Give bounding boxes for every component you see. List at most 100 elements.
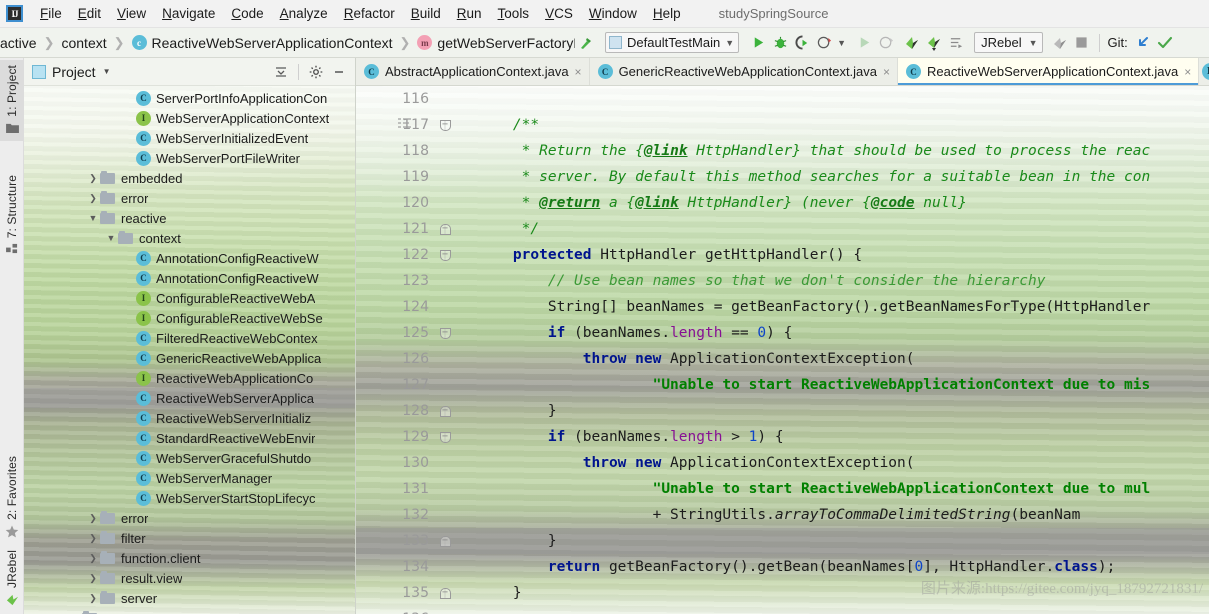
tree-folder-row[interactable]: ❯ error — [24, 508, 355, 528]
code-line[interactable]: 119 * server. By default this method sea… — [356, 164, 1209, 190]
code-editor[interactable]: 116 117− /** 118 * Return the {@link HttpH… — [356, 86, 1209, 614]
fold-end-icon[interactable]: − — [439, 587, 451, 599]
code-line[interactable]: 121− */ — [356, 216, 1209, 242]
tree-folder-row[interactable]: ❯ filter — [24, 528, 355, 548]
code-line[interactable]: 135− } — [356, 580, 1209, 606]
tree-folder-row[interactable]: ❯ error — [24, 188, 355, 208]
fold-gutter[interactable]: − — [434, 249, 456, 261]
tree-folder-row[interactable]: ❯ server — [24, 588, 355, 608]
tree-folder-row[interactable]: ❯ function.client — [24, 548, 355, 568]
fold-gutter[interactable]: − — [434, 587, 456, 599]
sidebar-item-structure[interactable]: 7: Structure — [0, 170, 24, 262]
tree-folder-row[interactable]: ▼ context — [24, 228, 355, 248]
chevron-right-icon[interactable]: ❯ — [86, 193, 100, 204]
tree-class-row[interactable]: ·C AnnotationConfigReactiveW — [24, 268, 355, 288]
collapse-all-icon[interactable] — [271, 62, 291, 82]
tree-class-row[interactable]: ·I ReactiveWebApplicationCo — [24, 368, 355, 388]
code-line[interactable]: 118 * Return the {@link HttpHandler} tha… — [356, 138, 1209, 164]
git-commit-icon[interactable] — [1154, 32, 1176, 54]
sidebar-item-favorites[interactable]: 2: Favorites — [0, 451, 24, 546]
attach-process-button[interactable] — [875, 32, 897, 54]
code-line[interactable]: 133− } — [356, 528, 1209, 554]
menu-item-tools[interactable]: Tools — [490, 3, 538, 24]
menu-item-edit[interactable]: Edit — [70, 3, 109, 24]
tree-folder-row[interactable]: ❯ result.view — [24, 568, 355, 588]
code-line[interactable]: 117− /** — [356, 112, 1209, 138]
code-line[interactable]: 130 throw new ApplicationContextExceptio… — [356, 450, 1209, 476]
fold-gutter[interactable]: − — [434, 431, 456, 443]
close-icon[interactable]: × — [1184, 65, 1191, 79]
code-line[interactable]: 123 // Use bean names so that we don't c… — [356, 268, 1209, 294]
chevron-right-icon[interactable]: ❯ — [86, 173, 100, 184]
profile-button[interactable] — [813, 32, 835, 54]
code-line[interactable]: 136 — [356, 606, 1209, 614]
tree-class-row[interactable]: ·I WebServerApplicationContext — [24, 108, 355, 128]
fold-collapse-icon[interactable]: − — [439, 249, 451, 261]
chevron-down-icon[interactable]: ▼ — [86, 213, 100, 223]
git-update-project-icon[interactable] — [1132, 32, 1154, 54]
fold-collapse-icon[interactable]: − — [439, 431, 451, 443]
project-tree-scroll[interactable]: ·CServerPortInfoApplicationCon·IWebServe… — [24, 86, 355, 614]
code-line[interactable]: 132 + StringUtils.arrayToCommaDelimitedS… — [356, 502, 1209, 528]
breadcrumb-item[interactable]: m getWebServerFactoryBeanName — [417, 35, 575, 51]
fold-gutter[interactable]: − — [434, 535, 456, 547]
chevron-down-icon[interactable]: ▼ — [104, 233, 118, 243]
menu-item-run[interactable]: Run — [449, 3, 490, 24]
tree-class-row[interactable]: ·C ReactiveWebServerInitializ — [24, 408, 355, 428]
code-line[interactable]: 134 return getBeanFactory().getBean(bean… — [356, 554, 1209, 580]
fold-end-icon[interactable]: − — [439, 405, 451, 417]
tree-class-row[interactable]: ·C WebServerGracefulShutdo — [24, 448, 355, 468]
editor-tab[interactable]: C ReactiveWebServerApplicationContext.jav… — [898, 58, 1200, 85]
tree-class-row[interactable]: ·C GenericReactiveWebApplica — [24, 348, 355, 368]
breadcrumb[interactable]: active ❯ context ❯ c ReactiveWebServerApplica… — [0, 28, 575, 58]
tree-class-row[interactable]: ·C WebServerStartStopLifecyc — [24, 488, 355, 508]
tree-class-row[interactable]: ·C WebServerManager — [24, 468, 355, 488]
tree-class-row[interactable]: ·C FilteredReactiveWebContex — [24, 328, 355, 348]
editor-tab[interactable]: C AbstractApplicationContext.java × — [356, 58, 590, 85]
menu-item-build[interactable]: Build — [403, 3, 449, 24]
stop-button[interactable] — [1071, 32, 1093, 54]
fold-end-icon[interactable]: − — [439, 223, 451, 235]
fold-gutter[interactable]: − — [434, 327, 456, 339]
tree-folder-row[interactable]: ▼ reactive — [24, 208, 355, 228]
sidebar-item-jrebel[interactable]: JRebel — [0, 545, 24, 614]
menu-item-window[interactable]: Window — [581, 3, 645, 24]
code-lines[interactable]: 116 117− /** 118 * Return the {@link HttpH… — [356, 86, 1209, 614]
chevron-right-icon[interactable]: ❯ — [86, 513, 100, 524]
code-line[interactable]: 129− if (beanNames.length > 1) { — [356, 424, 1209, 450]
breadcrumb-item[interactable]: active — [0, 35, 37, 51]
menu-item-help[interactable]: Help — [645, 3, 689, 24]
jrebel-run-button[interactable] — [901, 32, 923, 54]
project-tree[interactable]: ·CServerPortInfoApplicationCon·IWebServe… — [24, 86, 355, 614]
fold-gutter[interactable]: − — [434, 119, 456, 131]
code-line[interactable]: 120 * @return a {@link HttpHandler} (nev… — [356, 190, 1209, 216]
code-line[interactable]: 124 String[] beanNames = getBeanFactory(… — [356, 294, 1209, 320]
more-tabs-icon[interactable]: E — [1199, 58, 1209, 85]
menu-item-file[interactable]: File — [32, 3, 70, 24]
menu-item-navigate[interactable]: Navigate — [154, 3, 223, 24]
menu-item-vcs[interactable]: VCS — [537, 3, 581, 24]
breadcrumb-item[interactable]: c ReactiveWebServerApplicationContext — [131, 35, 393, 51]
fold-collapse-icon[interactable]: − — [439, 119, 451, 131]
code-line[interactable]: 126 throw new ApplicationContextExceptio… — [356, 346, 1209, 372]
debug-button[interactable] — [769, 32, 791, 54]
fold-gutter[interactable]: − — [434, 405, 456, 417]
code-line[interactable]: 125− if (beanNames.length == 0) { — [356, 320, 1209, 346]
build-hammer-icon[interactable] — [575, 32, 597, 54]
chevron-right-icon[interactable]: ❯ — [86, 573, 100, 584]
close-icon[interactable]: × — [883, 65, 890, 79]
close-icon[interactable]: × — [575, 65, 582, 79]
fold-end-icon[interactable]: − — [439, 535, 451, 547]
tree-class-row[interactable]: ·C AnnotationConfigReactiveW — [24, 248, 355, 268]
fold-collapse-icon[interactable]: − — [439, 327, 451, 339]
profile-dropdown-button[interactable]: ▼ — [835, 32, 848, 54]
tree-folder-row[interactable]: ▼server — [24, 608, 355, 614]
chevron-down-icon[interactable]: ▼ — [103, 67, 111, 76]
chevron-right-icon[interactable]: ❯ — [86, 533, 100, 544]
rerun-disabled-button[interactable] — [853, 32, 875, 54]
tree-class-row[interactable]: ·C WebServerPortFileWriter — [24, 148, 355, 168]
chevron-right-icon[interactable]: ❯ — [86, 593, 100, 604]
more-run-options-button[interactable] — [945, 32, 967, 54]
gear-icon[interactable] — [306, 62, 326, 82]
breadcrumb-item[interactable]: context — [61, 35, 106, 51]
